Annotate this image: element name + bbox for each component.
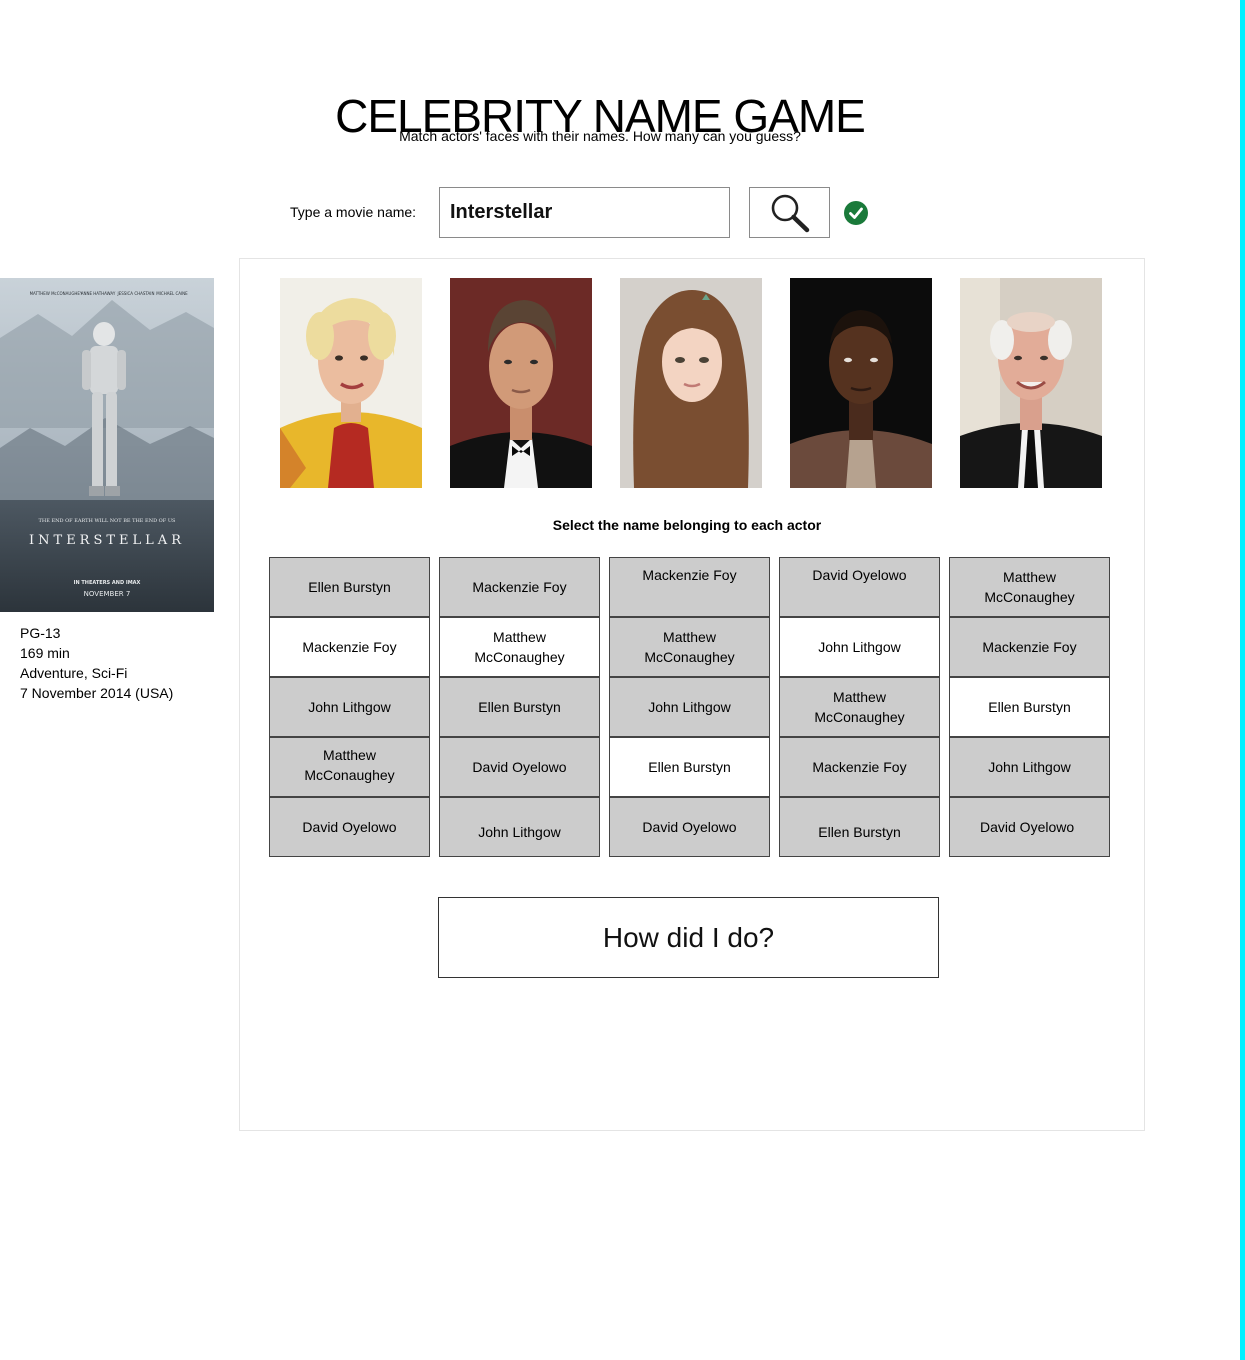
window-edge: [1240, 0, 1245, 1360]
actor-photo-4: [790, 278, 932, 488]
movie-search-label: Type a movie name:: [290, 204, 417, 220]
poster-cast-1: MATTHEW McCONAUGHEY: [30, 291, 83, 296]
name-option-c1-r3[interactable]: John Lithgow: [269, 677, 430, 737]
name-option-c5-r2[interactable]: Mackenzie Foy: [949, 617, 1110, 677]
name-option-c1-r5[interactable]: David Oyelowo: [269, 797, 430, 857]
actor-photo-3: [620, 278, 762, 488]
name-option-c2-r4[interactable]: David Oyelowo: [439, 737, 600, 797]
name-option-c2-r3[interactable]: Ellen Burstyn: [439, 677, 600, 737]
poster-date-line: NOVEMBER 7: [84, 590, 131, 598]
name-option-c3-r1[interactable]: Mackenzie Foy: [609, 557, 770, 617]
poster-cast-2: ANNE HATHAWAY: [81, 291, 116, 296]
game-instructions: Select the name belonging to each actor: [552, 517, 822, 533]
movie-poster: MATTHEW McCONAUGHEY ANNE HATHAWAY JESSIC…: [0, 278, 214, 612]
name-option-c4-r1[interactable]: David Oyelowo: [779, 557, 940, 617]
name-option-c5-r5[interactable]: David Oyelowo: [949, 797, 1110, 857]
actor-photo-2: [450, 278, 592, 488]
movie-search-input[interactable]: [439, 187, 730, 238]
how-did-i-do-button[interactable]: How did I do?: [438, 897, 939, 978]
name-option-c3-r3[interactable]: John Lithgow: [609, 677, 770, 737]
poster-release-line: IN THEATERS AND IMAX: [74, 580, 141, 586]
check-circle-icon: [844, 201, 868, 225]
name-option-c2-r1[interactable]: Mackenzie Foy: [439, 557, 600, 617]
page-subtitle: Match actors' faces with their names. Ho…: [399, 128, 801, 144]
movie-genre: Adventure, Sci-Fi: [20, 665, 128, 681]
poster-cast-4: MICHAEL CAINE: [156, 291, 188, 296]
actor-photo-1: [280, 278, 422, 488]
movie-info: PG-13 169 min Adventure, Sci-Fi 7 Novemb…: [20, 623, 173, 703]
name-option-c1-r1[interactable]: Ellen Burstyn: [269, 557, 430, 617]
name-option-c2-r2[interactable]: Matthew McConaughey: [439, 617, 600, 677]
name-option-c5-r3[interactable]: Ellen Burstyn: [949, 677, 1110, 737]
magnifier-icon: [771, 194, 809, 232]
name-option-c4-r5[interactable]: Ellen Burstyn: [779, 797, 940, 857]
name-option-c4-r4[interactable]: Mackenzie Foy: [779, 737, 940, 797]
name-option-c4-r3[interactable]: Matthew McConaughey: [779, 677, 940, 737]
poster-tagline: THE END OF EARTH WILL NOT BE THE END OF …: [39, 518, 177, 524]
movie-rating: PG-13: [20, 625, 61, 641]
poster-title: INTERSTELLAR: [29, 533, 185, 548]
actor-photo-5: [960, 278, 1102, 488]
name-option-c2-r5[interactable]: John Lithgow: [439, 797, 600, 857]
name-option-c4-r2[interactable]: John Lithgow: [779, 617, 940, 677]
name-option-c5-r4[interactable]: John Lithgow: [949, 737, 1110, 797]
name-option-c5-r1[interactable]: Matthew McConaughey: [949, 557, 1110, 617]
poster-cast-3: JESSICA CHASTAIN: [117, 291, 155, 296]
name-option-c3-r5[interactable]: David Oyelowo: [609, 797, 770, 857]
name-option-c3-r2[interactable]: Matthew McConaughey: [609, 617, 770, 677]
name-option-c1-r2[interactable]: Mackenzie Foy: [269, 617, 430, 677]
name-option-c3-r4[interactable]: Ellen Burstyn: [609, 737, 770, 797]
movie-runtime: 169 min: [20, 645, 70, 661]
name-option-c1-r4[interactable]: Matthew McConaughey: [269, 737, 430, 797]
search-button[interactable]: [749, 187, 830, 238]
movie-release-date: 7 November 2014 (USA): [20, 685, 174, 701]
